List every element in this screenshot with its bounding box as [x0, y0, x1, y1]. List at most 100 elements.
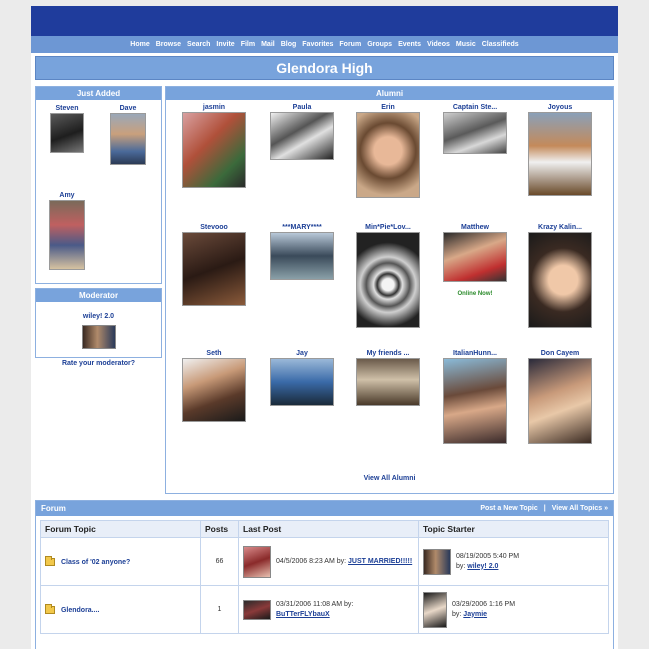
member-name[interactable]: Amy	[48, 191, 86, 200]
member-card[interactable]: ItalianHunn...	[438, 349, 512, 444]
member-photo[interactable]	[443, 112, 507, 154]
member-photo[interactable]	[443, 232, 507, 282]
post-new-topic-link[interactable]: Post a New Topic	[480, 505, 537, 512]
member-card[interactable]: Paula	[266, 103, 338, 160]
member-name[interactable]: My friends ...	[352, 349, 424, 358]
member-photo[interactable]	[528, 232, 592, 328]
member-photo[interactable]	[443, 358, 507, 444]
col-forum-topic: Forum Topic	[40, 520, 201, 538]
forum-table: Forum Topic Posts Last Post Topic Starte…	[40, 520, 609, 634]
last-post-user[interactable]: JUST MARRIED!!!!!	[348, 558, 412, 565]
nav-music[interactable]: Music	[456, 41, 476, 48]
starter-avatar[interactable]	[423, 548, 451, 575]
last-post-avatar[interactable]	[243, 545, 271, 578]
member-name[interactable]: ***MARY****	[266, 223, 338, 232]
site-banner	[31, 6, 618, 36]
member-photo[interactable]	[528, 112, 592, 196]
member-photo[interactable]	[528, 358, 592, 444]
member-card[interactable]: Stevooo	[178, 223, 250, 306]
member-name[interactable]: Matthew	[438, 223, 512, 232]
member-card[interactable]: jasmin	[178, 103, 250, 188]
member-photo[interactable]	[356, 358, 420, 406]
alumni-heading: Alumni	[166, 87, 613, 100]
nav-classifieds[interactable]: Classifieds	[482, 41, 519, 48]
nav-mail[interactable]: Mail	[261, 41, 275, 48]
nav-groups[interactable]: Groups	[367, 41, 392, 48]
member-photo[interactable]	[182, 232, 246, 306]
member-photo[interactable]	[182, 358, 246, 422]
member-card[interactable]: Amy	[48, 191, 86, 270]
nav-home[interactable]: Home	[130, 41, 149, 48]
last-post-date: 04/5/2006 8:23 AM by:	[276, 557, 347, 565]
member-card[interactable]: Min*Pie*Lov...	[352, 223, 424, 328]
member-name[interactable]: Dave	[108, 104, 148, 113]
nav-browse[interactable]: Browse	[156, 41, 181, 48]
member-photo[interactable]	[270, 232, 334, 280]
member-photo[interactable]	[110, 113, 146, 165]
school-title-bar: Glendora High	[35, 56, 614, 80]
nav-forum[interactable]: Forum	[339, 41, 361, 48]
member-card[interactable]: My friends ...	[352, 349, 424, 406]
member-photo[interactable]	[270, 358, 334, 406]
member-card[interactable]: Krazy Kalin...	[524, 223, 596, 328]
topic-link[interactable]: Glendora....	[61, 606, 100, 613]
member-photo[interactable]	[356, 232, 420, 328]
member-name[interactable]: Seth	[178, 349, 250, 358]
member-name[interactable]: Krazy Kalin...	[524, 223, 596, 232]
member-photo[interactable]	[270, 112, 334, 160]
starter-user[interactable]: Jaymie	[463, 611, 487, 618]
member-photo[interactable]	[356, 112, 420, 198]
starter-user[interactable]: wiley! 2.0	[467, 563, 498, 570]
starter-date: 08/19/2005 5:40 PM	[456, 552, 520, 560]
moderator-heading: Moderator	[36, 289, 161, 302]
nav-film[interactable]: Film	[241, 41, 255, 48]
member-name[interactable]: Erin	[352, 103, 424, 112]
last-post-avatar[interactable]	[243, 599, 271, 620]
member-name[interactable]: Joyous	[524, 103, 596, 112]
member-name[interactable]: Captain Ste...	[438, 103, 512, 112]
member-photo[interactable]	[182, 112, 246, 188]
nav-search[interactable]: Search	[187, 41, 210, 48]
top-nav: Home Browse Search Invite Film Mail Blog…	[31, 36, 618, 53]
member-card[interactable]: Matthew Online Now!	[438, 223, 512, 300]
member-photo[interactable]	[49, 200, 85, 270]
folder-icon	[45, 555, 55, 566]
just-added-heading: Just Added	[36, 87, 161, 100]
member-card[interactable]: Don Cayem	[524, 349, 596, 444]
member-name[interactable]: Don Cayem	[524, 349, 596, 358]
member-name[interactable]: Jay	[266, 349, 338, 358]
page-title: Glendora High	[276, 60, 373, 76]
member-card[interactable]: Seth	[178, 349, 250, 422]
member-card[interactable]: ***MARY****	[266, 223, 338, 280]
member-name[interactable]: Steven	[48, 104, 86, 113]
member-name[interactable]: Stevooo	[178, 223, 250, 232]
starter-avatar[interactable]	[423, 591, 447, 628]
member-card[interactable]: Dave	[108, 104, 148, 165]
moderator-photo[interactable]	[81, 325, 116, 349]
nav-favorites[interactable]: Favorites	[302, 41, 333, 48]
member-name[interactable]: Paula	[266, 103, 338, 112]
col-topic-starter: Topic Starter	[418, 520, 609, 538]
online-now-badge: Online Now!	[457, 291, 493, 297]
nav-videos[interactable]: Videos	[427, 41, 450, 48]
member-card[interactable]: Jay	[266, 349, 338, 406]
member-card[interactable]: Captain Ste...	[438, 103, 512, 154]
nav-events[interactable]: Events	[398, 41, 421, 48]
member-name[interactable]: jasmin	[178, 103, 250, 112]
view-all-alumni-link[interactable]: View All Alumni	[364, 475, 416, 482]
topic-link[interactable]: Class of '02 anyone?	[61, 558, 130, 565]
rate-moderator-link[interactable]: Rate your moderator?	[62, 360, 135, 367]
last-post-user[interactable]: BuTTerFLYbauX	[276, 611, 330, 618]
starter-by-label: by:	[452, 610, 462, 618]
member-photo[interactable]	[50, 113, 84, 153]
moderator-name[interactable]: wiley! 2.0	[83, 313, 114, 320]
member-name[interactable]: ItalianHunn...	[438, 349, 512, 358]
nav-blog[interactable]: Blog	[281, 41, 297, 48]
member-card[interactable]: Steven	[48, 104, 86, 153]
starter-date: 03/29/2006 1:16 PM	[452, 600, 516, 608]
nav-invite[interactable]: Invite	[216, 41, 234, 48]
member-card[interactable]: Erin	[352, 103, 424, 198]
member-card[interactable]: Joyous	[524, 103, 596, 196]
member-name[interactable]: Min*Pie*Lov...	[352, 223, 424, 232]
view-all-topics-link[interactable]: View All Topics »	[552, 505, 608, 512]
